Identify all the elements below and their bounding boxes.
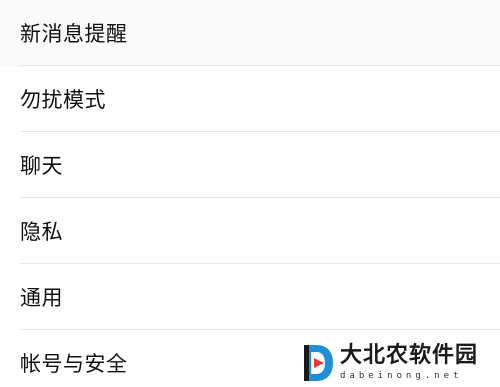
watermark-subtitle: dabeinong.net — [340, 371, 463, 381]
watermark-text: 大北农软件园 dabeinong.net — [340, 342, 478, 381]
settings-item-label: 通用 — [20, 286, 63, 310]
watermark: 大北农软件园 dabeinong.net — [300, 342, 496, 384]
settings-item-label: 隐私 — [20, 220, 63, 244]
settings-item-chat[interactable]: 聊天 — [0, 132, 500, 198]
settings-item-new-message-notification[interactable]: 新消息提醒 — [0, 0, 500, 66]
watermark-title: 大北农软件园 — [340, 342, 479, 368]
settings-item-label: 勿扰模式 — [20, 88, 106, 112]
settings-item-privacy[interactable]: 隐私 — [0, 198, 500, 264]
settings-item-label: 聊天 — [20, 154, 63, 178]
settings-item-label: 新消息提醒 — [20, 22, 128, 46]
settings-item-general[interactable]: 通用 — [0, 264, 500, 330]
settings-list: 新消息提醒 勿扰模式 聊天 隐私 通用 帐号与安全 — [0, 0, 500, 387]
settings-item-do-not-disturb[interactable]: 勿扰模式 — [0, 66, 500, 132]
settings-item-label: 帐号与安全 — [20, 352, 128, 376]
watermark-logo-icon — [304, 345, 333, 381]
